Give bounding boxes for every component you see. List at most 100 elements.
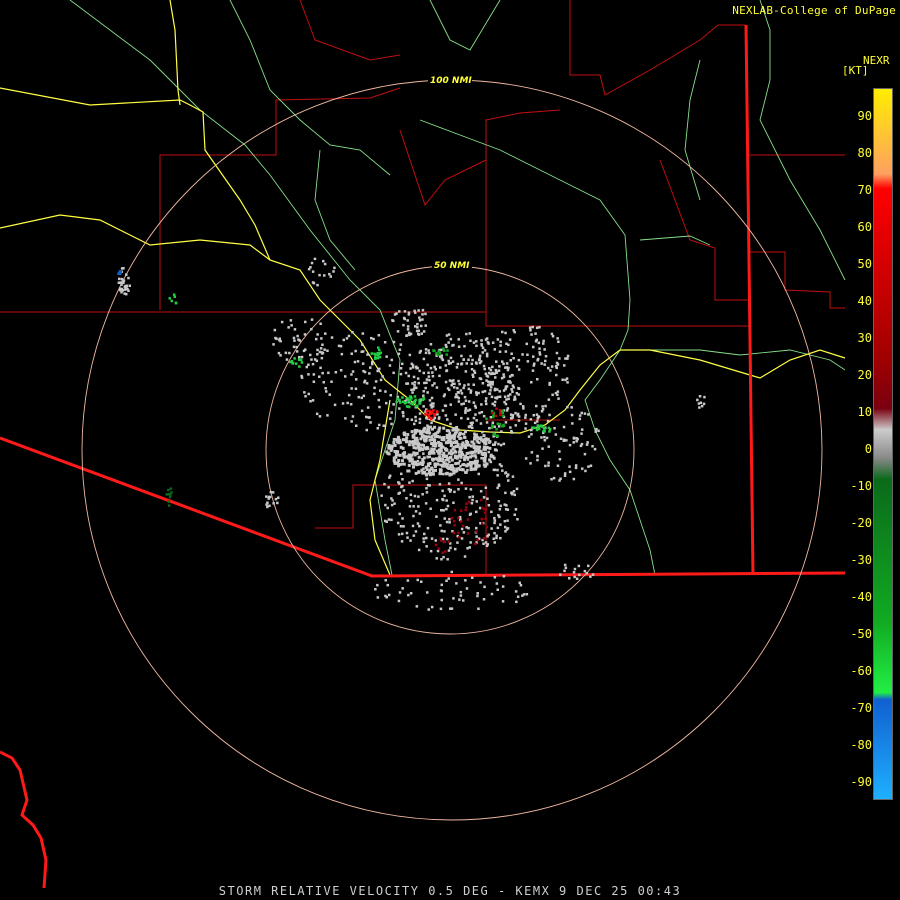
echo-pixel: [274, 336, 277, 340]
echo-pixel: [448, 521, 451, 524]
echo-pixel: [493, 468, 497, 472]
echo-pixel: [395, 312, 398, 315]
echo-pixel: [434, 368, 437, 371]
echo-pixel: [460, 403, 463, 406]
echo-pixel: [273, 328, 277, 332]
echo-pixel: [555, 351, 559, 355]
echo-pixel: [458, 468, 462, 471]
echo-pixel: [434, 539, 437, 542]
echo-pixel: [466, 518, 470, 521]
radar-map[interactable]: 100 NMI 50 NMI: [0, 0, 900, 900]
echo-pixel: [421, 318, 424, 321]
echo-pixel: [266, 501, 269, 504]
velocity-scale-tick: 90: [857, 109, 872, 123]
echo-pixel: [532, 355, 535, 358]
echo-pixel: [482, 364, 486, 368]
echo-pixel: [445, 448, 448, 451]
echo-pixel: [418, 421, 422, 424]
echo-pixel: [549, 369, 552, 372]
echo-pixel: [517, 358, 521, 362]
echo-pixel: [426, 363, 429, 367]
echo-pixel: [430, 442, 433, 445]
echo-pixel: [467, 358, 470, 361]
echo-pixel: [365, 415, 368, 419]
echo-pixel: [540, 436, 543, 439]
echo-pixel: [438, 374, 441, 378]
echo-pixel: [502, 424, 506, 427]
echo-pixel: [297, 338, 300, 341]
echo-pixel: [407, 443, 411, 447]
echo-pixel: [415, 605, 419, 608]
echo-pixel: [305, 365, 308, 369]
echo-pixel: [293, 339, 296, 342]
echo-pixel: [470, 440, 473, 444]
echo-pixel: [300, 355, 304, 359]
echo-pixel: [433, 365, 436, 369]
echo-pixel: [552, 476, 556, 480]
echo-pixel: [319, 366, 322, 370]
echo-pixel: [557, 397, 560, 400]
echo-pixel: [412, 465, 415, 469]
echo-pixel: [464, 508, 467, 512]
echo-pixel: [430, 421, 433, 425]
echo-pixel: [536, 357, 540, 361]
echo-pixel: [490, 510, 493, 514]
echo-pixel: [427, 608, 430, 611]
echo-pixel: [594, 430, 597, 433]
echo-pixel: [484, 511, 487, 514]
echo-pixel: [445, 499, 448, 502]
echo-pixel: [357, 395, 360, 399]
echo-pixel: [399, 343, 403, 346]
echo-pixel: [487, 450, 490, 454]
echo-pixel: [472, 341, 476, 344]
echo-pixel: [433, 413, 436, 416]
echo-pixel: [322, 381, 325, 384]
echo-pixel: [344, 417, 347, 420]
echo-pixel: [387, 518, 391, 521]
echo-pixel: [442, 436, 446, 440]
echo-pixel: [313, 358, 317, 361]
echo-pixel: [441, 498, 445, 502]
echo-pixel: [498, 350, 502, 353]
echo-pixel: [447, 451, 451, 455]
echo-pixel: [407, 593, 410, 597]
echo-pixel: [502, 373, 505, 376]
echo-pixel: [432, 402, 435, 405]
echo-pixel: [416, 322, 419, 326]
echo-pixel: [427, 429, 431, 433]
echo-pixel: [474, 456, 478, 459]
echo-pixel: [417, 309, 420, 312]
echo-pixel: [421, 313, 424, 316]
echo-pixel: [439, 537, 442, 540]
echo-pixel: [510, 431, 514, 434]
echo-pixel: [570, 413, 574, 417]
echo-pixel: [493, 425, 496, 428]
echo-pixel: [543, 427, 546, 430]
echo-pixel: [377, 398, 380, 402]
echo-pixel: [499, 413, 502, 417]
echo-pixel: [554, 433, 558, 436]
echo-pixel: [454, 413, 457, 416]
echo-pixel: [522, 407, 525, 410]
echo-pixel: [564, 378, 567, 382]
echo-pixel: [311, 270, 315, 273]
echo-pixel: [373, 352, 376, 356]
echo-pixel: [428, 412, 431, 416]
echo-pixel: [558, 357, 561, 360]
echo-pixel: [448, 388, 451, 392]
echo-pixel: [418, 316, 421, 319]
echo-pixel: [504, 385, 508, 388]
echo-pixel: [487, 504, 491, 507]
echo-pixel: [320, 356, 324, 360]
echo-pixel: [449, 356, 453, 360]
echo-pixel: [585, 443, 589, 446]
echo-pixel: [439, 448, 442, 452]
echo-pixel: [125, 292, 128, 296]
echo-pixel: [474, 361, 478, 364]
echo-pixel: [426, 591, 429, 594]
echo-pixel: [304, 348, 307, 351]
echo-pixel: [319, 347, 323, 350]
echo-pixel: [471, 498, 474, 502]
echo-pixel: [460, 392, 464, 395]
echo-pixel: [125, 273, 128, 276]
